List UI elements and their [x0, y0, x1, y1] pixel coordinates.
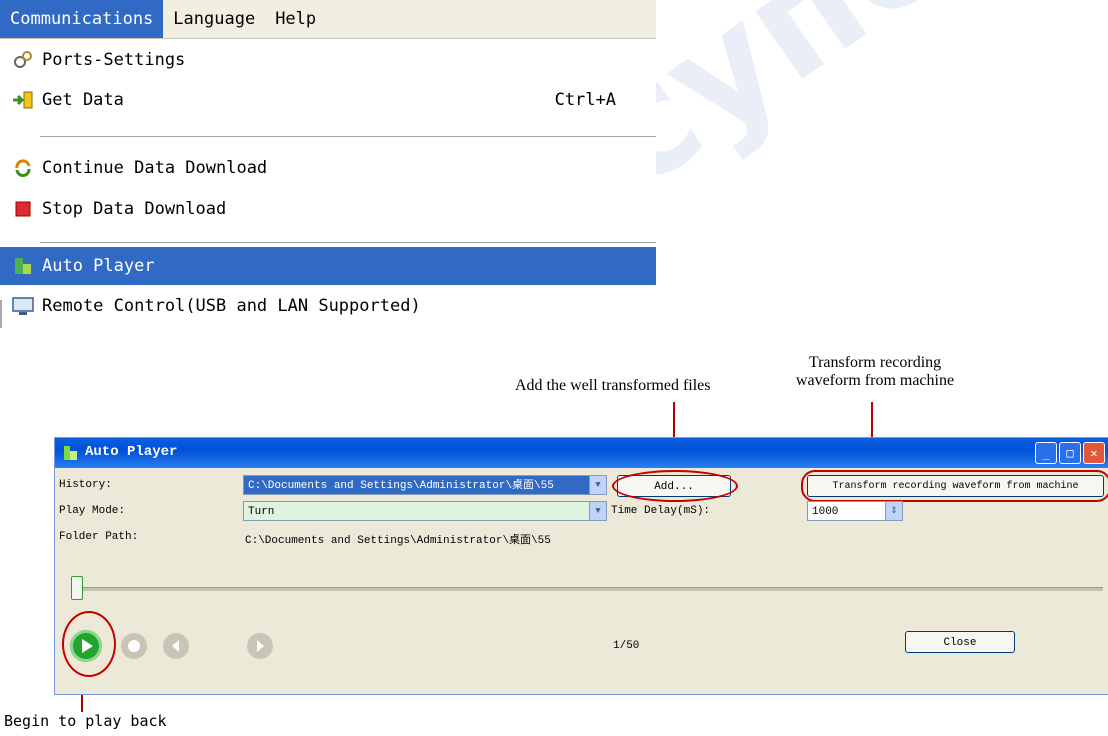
menu-communications[interactable]: Communications — [0, 0, 164, 38]
auto-player-icon — [63, 445, 79, 461]
menu-item-label: Continue Data Download — [42, 158, 268, 178]
menu-language[interactable]: Language — [163, 0, 265, 38]
dropdown-edge — [0, 300, 2, 328]
menu-item-continue-download[interactable]: Continue Data Download — [0, 149, 656, 187]
menu-bar: Communications Language Help — [0, 0, 656, 39]
menu-separator — [40, 242, 656, 243]
annotation-transform: Transform recording waveform from machin… — [775, 354, 975, 390]
progress-slider-thumb[interactable] — [71, 576, 83, 600]
previous-button[interactable] — [163, 633, 189, 659]
title-bar: Auto Player _ □ ✕ — [55, 438, 1108, 468]
next-icon — [257, 640, 264, 652]
communications-dropdown: Ports-Settings Get Data Ctrl+A Continue … — [0, 39, 656, 327]
shortcut-label: Ctrl+A — [554, 90, 616, 110]
maximize-icon[interactable]: □ — [1059, 442, 1081, 464]
frame-counter: 1/50 — [613, 640, 640, 652]
refresh-icon — [12, 157, 34, 179]
chevron-down-icon[interactable]: ▼ — [589, 502, 606, 520]
menu-item-get-data[interactable]: Get Data Ctrl+A — [0, 81, 656, 119]
time-delay-spinner[interactable]: 1000 ⇕ — [807, 501, 903, 521]
menu-item-remote-control[interactable]: Remote Control(USB and LAN Supported) — [0, 287, 656, 325]
history-label: History: — [59, 479, 112, 491]
folder-path-value: C:\Documents and Settings\Administrator\… — [245, 535, 551, 547]
menu-item-label: Remote Control(USB and LAN Supported) — [42, 296, 421, 316]
menu-item-label: Stop Data Download — [42, 199, 227, 219]
menu-item-label: Ports-Settings — [42, 50, 186, 70]
play-mode-combo[interactable]: Turn ▼ — [243, 501, 607, 521]
time-delay-label: Time Delay(mS): — [611, 505, 711, 517]
annotation-highlight-oval — [62, 611, 116, 677]
close-icon[interactable]: ✕ — [1083, 442, 1105, 464]
time-delay-value: 1000 — [812, 506, 839, 518]
stepper-icon[interactable]: ⇕ — [885, 502, 902, 520]
stop-icon — [12, 198, 34, 220]
menu-item-stop-download[interactable]: Stop Data Download — [0, 190, 656, 228]
annotation-highlight-oval — [612, 470, 738, 502]
menu-item-ports-settings[interactable]: Ports-Settings — [0, 41, 656, 79]
dialog-title: Auto Player — [85, 444, 178, 460]
auto-player-dialog: Auto Player _ □ ✕ History: C:\Documents … — [54, 437, 1108, 695]
annotation-begin-play: Begin to play back — [4, 712, 167, 730]
history-combo[interactable]: C:\Documents and Settings\Administrator\… — [243, 475, 607, 495]
minimize-icon[interactable]: _ — [1035, 442, 1057, 464]
history-value: C:\Documents and Settings\Administrator\… — [248, 480, 554, 492]
progress-slider-track[interactable] — [79, 587, 1103, 591]
auto-player-icon — [12, 255, 34, 277]
menu-separator — [40, 136, 656, 137]
annotation-transform-line2: waveform from machine — [795, 372, 955, 389]
play-mode-value: Turn — [248, 506, 275, 518]
menu-item-label: Get Data — [42, 90, 124, 110]
play-mode-label: Play Mode: — [59, 505, 126, 517]
chevron-down-icon[interactable]: ▼ — [589, 476, 606, 494]
monitor-icon — [12, 295, 34, 317]
menu-help[interactable]: Help — [265, 0, 326, 38]
folder-path-label: Folder Path: — [59, 531, 139, 543]
stop-button[interactable] — [121, 633, 147, 659]
stop-icon — [128, 640, 140, 652]
annotation-add-files: Add the well transformed files — [515, 377, 711, 394]
menu-item-label: Auto Player — [42, 256, 155, 276]
close-button[interactable]: Close — [905, 631, 1015, 653]
gears-icon — [12, 49, 34, 71]
annotation-highlight-oval — [801, 470, 1108, 502]
next-button[interactable] — [247, 633, 273, 659]
get-data-icon — [12, 89, 34, 111]
previous-icon — [172, 640, 179, 652]
annotation-transform-line1: Transform recording — [808, 354, 942, 371]
menu-item-auto-player[interactable]: Auto Player — [0, 247, 656, 285]
